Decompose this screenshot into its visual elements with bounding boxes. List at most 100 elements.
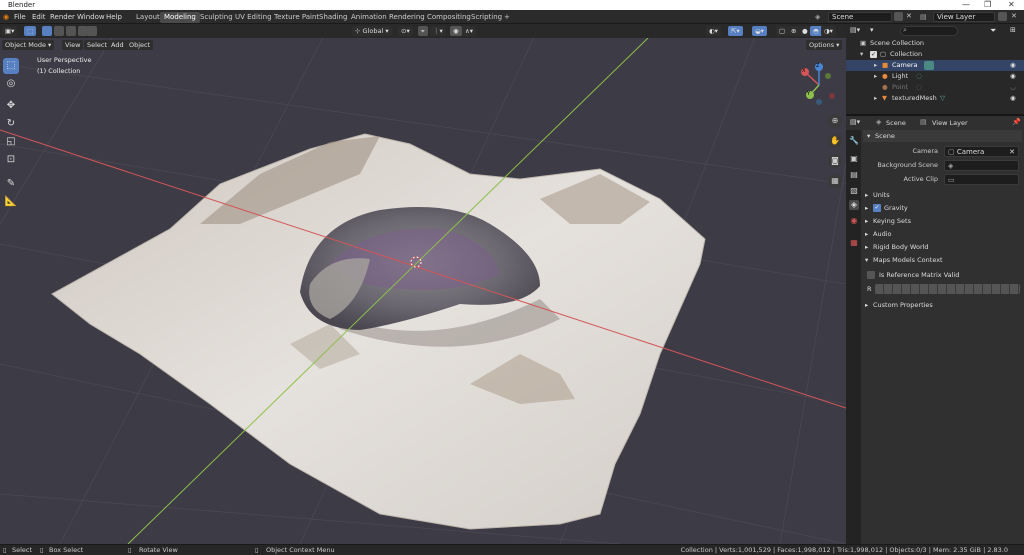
expand-arrow-icon[interactable]: ▾ [860,49,863,60]
new-collection-icon[interactable]: ⊞ [1010,26,1016,34]
eye-icon[interactable]: ◉ [1010,60,1016,71]
solid-shading-icon[interactable]: ● [799,26,811,36]
measure-tool-icon[interactable]: 📐 [3,194,19,210]
select-mode-icon[interactable]: ⬚ [24,26,37,36]
is-reference-matrix-valid-checkbox[interactable] [867,271,875,279]
filter-icon[interactable]: ⏷ [990,26,996,36]
eye-closed-icon[interactable]: ◡ [1010,82,1016,93]
rotate-tool-icon[interactable]: ↻ [3,116,19,132]
scene-field[interactable]: Scene [828,12,892,22]
tool-tab-icon[interactable]: 🔧 [849,136,859,146]
transform-tool-icon[interactable]: ⊡ [3,152,19,168]
keying-sets-section-header[interactable]: ▸ Keying Sets [863,215,1022,227]
remove-view-layer-icon[interactable]: ✕ [1011,12,1017,20]
scene-section-header[interactable]: ▾ Scene [863,130,1022,142]
menu-help[interactable]: Help [106,13,122,21]
tab-uv-editing[interactable]: UV Editing [231,12,276,23]
material-shading-icon[interactable]: ◓ [810,26,822,36]
minimize-button[interactable]: — [962,0,970,9]
overlay-toggle-icon[interactable]: ◒▾ [752,26,767,36]
collection-props-tab-icon[interactable]: ▦ [849,238,859,248]
properties-editor-type-icon[interactable]: ▤▾ [850,118,860,126]
rigid-body-world-section-header[interactable]: ▸ Rigid Body World [863,241,1022,253]
outliner-display-mode-icon[interactable]: ▾ [870,26,874,34]
render-tab-icon[interactable]: ▣ [849,154,859,164]
view-menu[interactable]: View [62,40,84,50]
visibility-icon[interactable]: ◐▾ [706,26,721,36]
tab-shading[interactable]: Shading [315,12,351,23]
new-scene-icon[interactable] [894,12,903,21]
select-subtract-icon[interactable] [66,26,76,36]
pin-icon[interactable]: 📌 [1012,118,1021,126]
snap-target-icon[interactable]: ⋮▾ [430,26,446,36]
select-new-icon[interactable] [42,26,52,36]
maximize-button[interactable]: ❐ [984,0,991,9]
select-menu[interactable]: Select [84,40,111,50]
menu-edit[interactable]: Edit [32,13,46,21]
properties-view-layer-tab[interactable]: View Layer [932,119,968,127]
output-tab-icon[interactable]: ▤ [849,170,859,180]
select-extend-icon[interactable] [54,26,64,36]
outliner-row-collection[interactable]: ▾ ✓ ▢ Collection [846,49,1024,60]
outliner-row-camera[interactable]: ▸ ■ Camera ◉ [846,60,1024,71]
expand-arrow-icon[interactable]: ▸ [874,71,877,82]
xray-icon[interactable]: ▢ [776,26,789,36]
move-tool-icon[interactable]: ✥ [3,98,19,114]
new-view-layer-icon[interactable] [998,12,1007,21]
outliner-row-light[interactable]: ▸ ● Light ◌ ◉ [846,71,1024,82]
eye-icon[interactable]: ◉ [1010,93,1016,104]
units-section-header[interactable]: ▸ Units [863,189,1022,201]
blender-logo-icon[interactable]: ◉ [3,13,9,21]
pivot-point-icon[interactable]: ⊙▾ [398,26,413,36]
ortho-toggle-icon[interactable]: ▦ [828,174,842,188]
menu-render[interactable]: Render [50,13,75,21]
menu-file[interactable]: File [14,13,26,21]
object-mode-dropdown[interactable]: Object Mode ▾ [2,40,55,50]
wireframe-shading-icon[interactable]: ⊕ [788,26,800,36]
expand-arrow-icon[interactable]: ▸ [874,60,877,71]
object-menu[interactable]: Object [126,40,154,50]
snap-icon[interactable]: ⌖ [418,26,428,36]
world-tab-icon[interactable]: ◉ [849,216,859,226]
transform-orientation-dropdown[interactable]: ⊹ Global ▾ [352,26,392,36]
proportional-edit-icon[interactable]: ◉ [450,26,462,36]
gizmo-toggle-icon[interactable]: ⇱▾ [728,26,743,36]
remove-scene-icon[interactable]: ✕ [906,12,912,20]
custom-properties-section-header[interactable]: ▸ Custom Properties [863,299,1022,311]
3d-viewport[interactable]: User Perspective (1) Collection X Y Z ⊕ … [0,24,846,544]
outliner-row-scene-collection[interactable]: ▣ Scene Collection [846,38,1024,49]
tab-modeling[interactable]: Modeling [160,12,200,23]
view-layer-props-tab-icon[interactable]: ▧ [849,186,859,196]
is-reference-matrix-valid-row[interactable]: Is Reference Matrix Valid [863,269,1022,281]
camera-field[interactable]: ▢ Camera ✕ [944,146,1019,157]
editor-type-icon[interactable]: ▣▾ [2,26,18,36]
camera-view-icon[interactable]: ◙ [828,154,842,168]
eye-icon[interactable]: ◉ [1010,71,1016,82]
annotate-tool-icon[interactable]: ✎ [3,176,19,192]
rendered-shading-icon[interactable]: ◑▾ [821,26,836,36]
select-intersect-icon[interactable] [87,26,97,36]
properties-scene-tab[interactable]: Scene [886,119,906,127]
close-button[interactable]: ✕ [1008,0,1015,9]
pan-icon[interactable]: ✋ [828,134,842,148]
checkbox-icon[interactable]: ✓ [870,51,877,58]
options-dropdown[interactable]: Options ▾ [806,40,843,50]
gravity-checkbox[interactable]: ✓ [873,204,881,212]
scene-props-tab-icon[interactable]: ◈ [849,200,859,210]
r-matrix-field[interactable] [875,284,1020,294]
outliner-row-point[interactable]: ● Point ◌ ◡ [846,82,1024,93]
cursor-tool-icon[interactable]: ◎ [3,76,19,92]
expand-arrow-icon[interactable]: ▸ [874,93,877,104]
scale-tool-icon[interactable]: ◱ [3,134,19,150]
outliner-row-texturedmesh[interactable]: ▸ ▼ texturedMesh ▽ ◉ [846,93,1024,104]
add-workspace-button[interactable]: + [500,12,514,23]
gravity-section-header[interactable]: ▸ ✓ Gravity [863,202,1022,214]
maps-models-context-section-header[interactable]: ▾ Maps Models Context [863,254,1022,266]
audio-section-header[interactable]: ▸ Audio [863,228,1022,240]
add-menu[interactable]: Add [108,40,127,50]
background-scene-field[interactable]: ◈ [944,160,1019,171]
clear-camera-icon[interactable]: ✕ [1009,148,1015,156]
outliner-search-input[interactable] [900,26,958,36]
view-layer-field[interactable]: View Layer [933,12,995,22]
zoom-icon[interactable]: ⊕ [828,114,842,128]
